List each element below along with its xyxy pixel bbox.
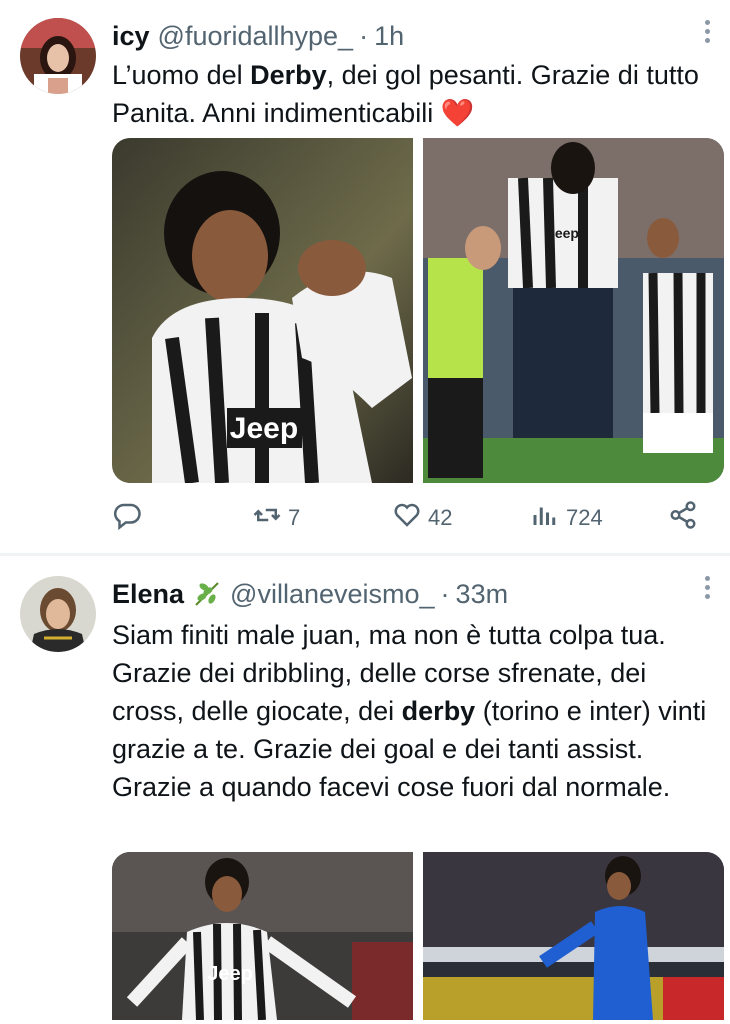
timestamp[interactable]: 1h	[374, 21, 404, 52]
share-icon	[668, 500, 698, 536]
tweet-actions: 7 42 724	[112, 500, 712, 536]
sponsor-logo: Jeep	[547, 225, 579, 241]
separator-dot: ·	[359, 20, 369, 51]
tweet-header: icy @fuoridallhype_ · 1h	[112, 18, 404, 54]
views-count: 724	[566, 505, 603, 530]
tweet-header: Elena @villaneveismo_ · 33m	[112, 576, 508, 612]
heart-emoji: ❤️	[440, 98, 475, 128]
sponsor-logo: Jeep	[207, 963, 253, 985]
tweet-text: Siam finiti male juan, ma non è tutta co…	[112, 616, 712, 806]
text-bold-segment: Derby	[250, 60, 327, 90]
views-button[interactable]: 724	[530, 500, 603, 536]
retweet-count: 7	[288, 505, 301, 530]
user-handle[interactable]: @fuoridallhype_	[158, 21, 354, 52]
more-icon[interactable]	[702, 576, 712, 602]
reply-icon	[112, 500, 142, 536]
separator-dot: ·	[440, 578, 450, 609]
tweet-text: L’uomo del Derby, dei gol pesanti. Grazi…	[112, 56, 712, 132]
text-segment: L’uomo del	[112, 60, 251, 90]
media-grid: Jeep	[112, 852, 724, 1020]
display-name[interactable]: Elena	[112, 579, 184, 610]
tweet-card[interactable]: icy @fuoridallhype_ · 1h L’uomo del Derb…	[0, 0, 730, 553]
reply-button[interactable]	[112, 500, 148, 536]
display-name[interactable]: icy	[112, 21, 150, 52]
user-handle[interactable]: @villaneveismo_	[230, 579, 435, 610]
like-count: 42	[428, 505, 453, 530]
timestamp[interactable]: 33m	[456, 579, 509, 610]
photo[interactable]: Jeep	[112, 852, 413, 1020]
heart-icon	[392, 500, 422, 536]
leaf-emoji-icon	[192, 579, 222, 609]
avatar[interactable]	[20, 576, 96, 652]
tweet-card[interactable]: Elena @villaneveismo_ · 33m Siam finiti …	[0, 556, 730, 1024]
like-button[interactable]: 42	[392, 500, 452, 536]
photo[interactable]	[423, 852, 724, 1020]
avatar[interactable]	[20, 18, 96, 94]
text-bold-segment: derby	[401, 696, 476, 726]
photo[interactable]: Jeep	[423, 138, 724, 483]
views-icon	[530, 500, 560, 536]
sponsor-logo: Jeep	[230, 412, 298, 445]
more-icon[interactable]	[702, 20, 712, 46]
retweet-button[interactable]: 7	[252, 500, 300, 536]
media-grid: Jeep Jeep	[112, 138, 724, 483]
photo[interactable]: Jeep	[112, 138, 413, 483]
share-button[interactable]	[668, 500, 698, 536]
retweet-icon	[252, 500, 282, 536]
